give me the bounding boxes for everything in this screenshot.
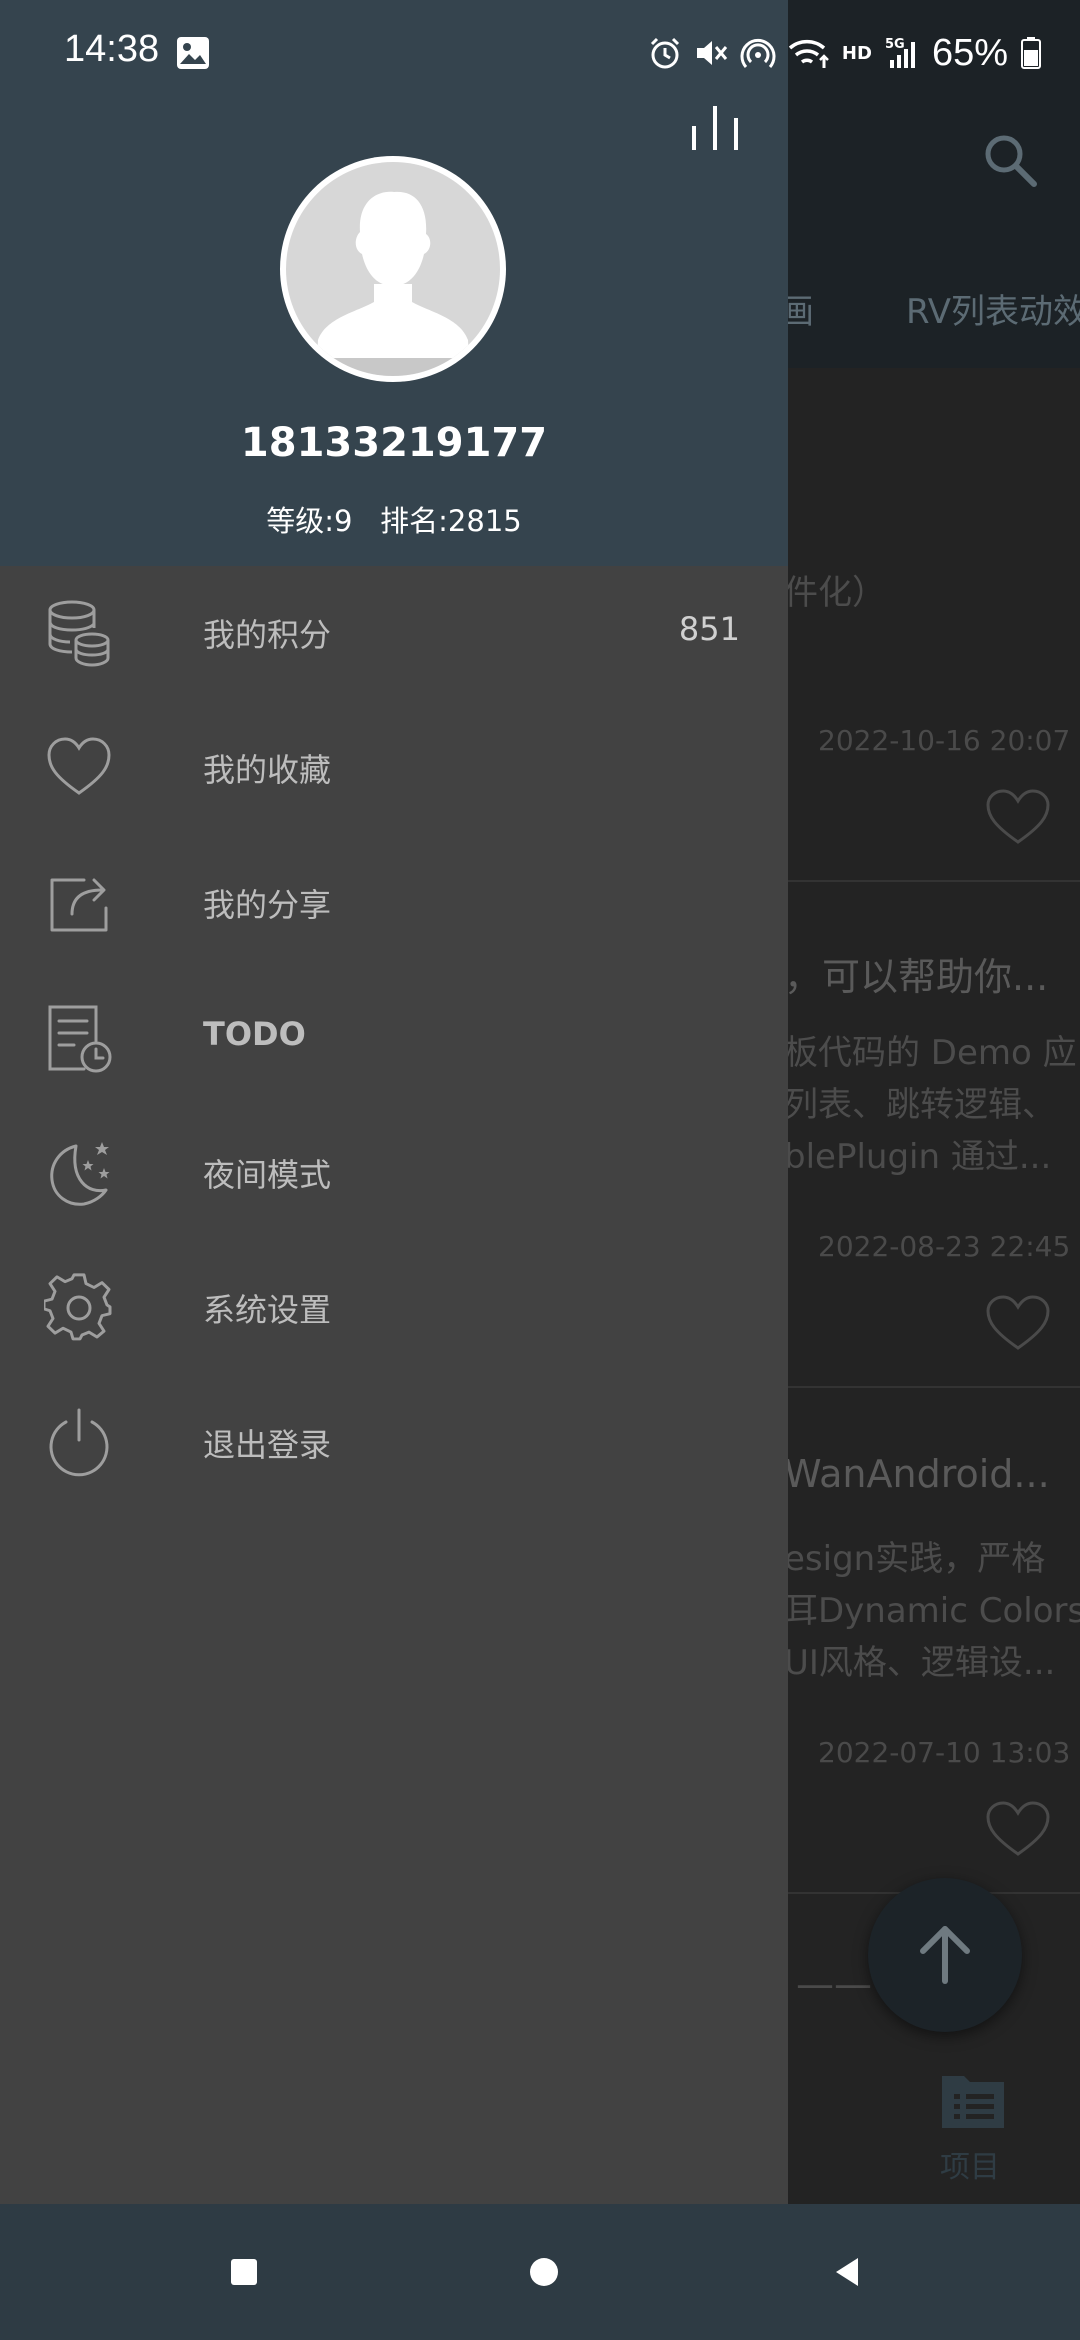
menu-label: 系统设置 [203,1291,332,1329]
menu-item-settings[interactable]: 系统设置 [0,1241,788,1376]
battery-icon [1021,37,1041,69]
menu-item-shares[interactable]: 我的分享 [0,836,788,971]
avatar-image [286,162,500,376]
menu-label: 我的积分 [203,616,332,654]
scroll-to-top-button [868,1878,1022,2032]
menu-item-favorites[interactable]: 我的收藏 [0,701,788,836]
hotspot-icon [740,38,776,68]
menu-item-todo[interactable]: TODO [0,971,788,1106]
article-title: WanAndroid... [784,1452,1050,1496]
project-folder-icon [942,2076,1004,2128]
menu-label: 夜间模式 [203,1156,332,1194]
article-desc-line: esign实践，严格 [784,1539,1046,1579]
night-mode-icon [50,1142,110,1206]
settings-icon [44,1273,112,1341]
username: 18133219177 [240,420,548,466]
mute-icon [696,41,728,65]
5g-signal-icon: 5G [885,37,915,68]
favorite-heart-icon [986,1295,1050,1350]
rank-chart-icon[interactable] [690,104,740,152]
article-desc-line: blePlugin 通过... [784,1137,1052,1177]
divider [788,1386,1080,1388]
menu-label: 我的收藏 [203,751,332,789]
article-desc-line: 列表、跳转逻辑、 [784,1085,1056,1125]
article-date: 2022-07-10 13:03 [818,1736,1071,1769]
recents-button[interactable] [222,2250,266,2294]
background-tab: RV列表动效 [906,292,1080,332]
favorite-heart-icon [986,1801,1050,1856]
drawer-menu: 我的积分 851 我的收藏 我的分享 TODO 夜间模式 系统设置 退出登录 [0,566,788,1511]
favorite-heart-icon [986,789,1050,844]
avatar[interactable] [280,156,506,382]
gallery-icon [177,37,209,69]
user-level-rank: 等级:9 排名:2815 [266,504,522,538]
default-user-icon [316,191,470,376]
article-snippet: 件化） [784,573,886,613]
menu-item-points[interactable]: 我的积分 851 [0,566,788,701]
article-desc-line: 耳Dynamic Colors [784,1591,1080,1631]
menu-item-logout[interactable]: 退出登录 [0,1376,788,1511]
points-value: 851 [678,610,740,648]
article-title: ，可以帮助你... [784,955,1049,999]
article-date: 2022-08-23 22:45 [818,1230,1071,1263]
power-icon [49,1408,109,1477]
menu-label: 我的分享 [203,886,332,924]
article-desc-line: UI风格、逻辑设... [784,1643,1056,1683]
menu-label: 退出登录 [203,1426,332,1464]
bottom-nav-label: 项目 [940,2150,1000,2185]
status-icons: HD 5G 65% [648,28,1042,78]
menu-label: TODO [203,1015,306,1053]
back-button[interactable] [826,2250,870,2294]
menu-item-night-mode[interactable]: 夜间模式 [0,1106,788,1241]
status-bar: 14:38 HD 5G 65% [0,0,1080,104]
hd-label: HD [841,42,872,64]
divider [788,880,1080,882]
heart-icon [47,737,111,795]
article-desc-line: 板代码的 Demo 应 [784,1033,1077,1073]
battery-percent: 65% [931,31,1008,74]
status-time: 14:38 [64,28,160,70]
arrow-up-icon [920,1926,970,1984]
coins-icon [48,600,110,667]
todo-icon [48,1005,112,1073]
article-date: 2022-10-16 20:07 [818,724,1071,757]
search-icon [985,135,1037,187]
alarm-icon [650,37,679,69]
share-icon [50,878,108,932]
home-button[interactable] [522,2250,566,2294]
system-navigation-bar [0,2204,1080,2340]
navigation-drawer: 18133219177 等级:9 排名:2815 我的积分 851 我的收藏 我… [0,0,788,2204]
network-label: 5G [885,37,905,52]
wifi-icon [788,40,829,68]
